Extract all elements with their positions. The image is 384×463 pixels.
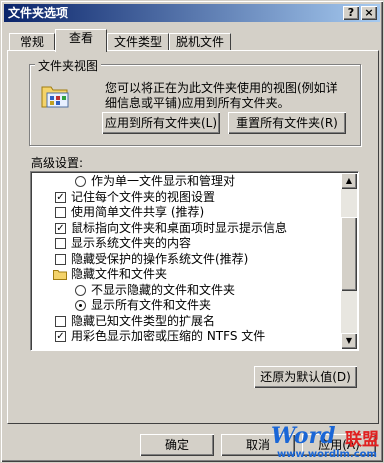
vertical-scrollbar[interactable]: ▲ ▼ [341, 173, 357, 349]
help-button[interactable]: ? [343, 6, 359, 20]
advanced-setting-row[interactable]: 作为单一文件显示和管理对 [33, 174, 341, 190]
checkbox-checked[interactable]: ✓ [55, 222, 66, 234]
checkbox-unchecked[interactable] [55, 253, 66, 265]
advanced-settings-label: 高级设置: [31, 156, 84, 170]
advanced-setting-label: 显示系统文件夹的内容 [71, 236, 192, 250]
ok-button[interactable]: 确定 [140, 434, 214, 456]
advanced-setting-label: 记住每个文件夹的视图设置 [71, 189, 216, 204]
advanced-setting-row[interactable]: ✓ 鼠标指向文件夹和桌面项时显示提示信息 [33, 221, 341, 237]
scroll-down-button[interactable]: ▼ [341, 333, 357, 349]
advanced-setting-label: 显示所有文件和文件夹 [91, 298, 212, 312]
advanced-setting-row[interactable]: 使用简单文件共享 (推荐) [33, 205, 341, 221]
checkbox-unchecked[interactable] [55, 207, 66, 218]
tab-view[interactable]: 查看 [55, 29, 107, 52]
window-title: 文件夹选项 [8, 6, 69, 20]
apply-to-all-folders-button[interactable]: 应用到所有文件夹(L) [102, 112, 220, 134]
folder-views-legend: 文件夹视图 [35, 57, 102, 74]
folder-view-icon [41, 86, 69, 108]
scroll-up-button[interactable]: ▲ [341, 173, 357, 189]
advanced-setting-label: 使用简单文件共享 (推荐) [71, 205, 205, 219]
advanced-settings-rows: 作为单一文件显示和管理对 ✓ 记住每个文件夹的视图设置 使用简单文件共享 (推荐) ✓ 鼠… [33, 174, 341, 345]
reset-all-folders-button[interactable]: 重置所有文件夹(R) [228, 112, 346, 134]
advanced-setting-label: 鼠标指向文件夹和桌面项时显示提示信息 [71, 220, 288, 235]
checkbox-checked[interactable]: ✓ [55, 191, 66, 203]
watermark-logo: Word 联盟 www.wordlm.com [271, 423, 383, 463]
checkbox-unchecked[interactable] [55, 315, 66, 327]
checkbox-checked[interactable]: ✓ [55, 331, 66, 342]
advanced-setting-label: 不显示隐藏的文件和文件夹 [91, 282, 236, 297]
tab-file-types[interactable]: 文件类型 [107, 33, 169, 51]
advanced-setting-label: 隐藏已知文件类型的扩展名 [71, 313, 216, 328]
radio-selected[interactable] [75, 300, 86, 311]
radio-unselected[interactable] [75, 176, 86, 187]
advanced-setting-label: 隐藏文件和文件夹 [71, 267, 168, 281]
advanced-setting-row[interactable]: 不显示隐藏的文件和文件夹 [33, 283, 341, 299]
radio-dot [79, 304, 82, 307]
radio-unselected[interactable] [75, 284, 86, 296]
advanced-setting-row[interactable]: ✓ 记住每个文件夹的视图设置 [33, 190, 341, 206]
folder-icon [53, 270, 67, 280]
close-button[interactable]: × [361, 6, 377, 20]
advanced-setting-row[interactable]: ✓ 用彩色显示加密或压缩的 NTFS 文件 [33, 329, 341, 345]
tab-general[interactable]: 常规 [9, 33, 55, 51]
tab-strip: 常规 查看 文件类型 脱机文件 [7, 29, 379, 52]
watermark-brand: Word [271, 423, 336, 449]
scroll-thumb[interactable] [341, 217, 357, 291]
advanced-setting-row[interactable]: 隐藏已知文件类型的扩展名 [33, 314, 341, 330]
advanced-setting-row[interactable]: 隐藏受保护的操作系统文件(推荐) [33, 252, 341, 268]
advanced-setting-row[interactable]: 显示系统文件夹的内容 [33, 236, 341, 252]
advanced-setting-row[interactable]: 隐藏文件和文件夹 [33, 267, 341, 283]
watermark-brand-cn: 联盟 [345, 430, 379, 450]
advanced-settings-list[interactable]: 作为单一文件显示和管理对 ✓ 记住每个文件夹的视图设置 使用简单文件共享 (推荐) ✓ 鼠… [30, 171, 359, 351]
checkbox-unchecked[interactable] [55, 238, 66, 249]
folder-views-description: 您可以将正在为此文件夹使用的视图(例如详细信息或平铺)应用到所有文件夹。 [105, 81, 338, 110]
advanced-setting-label: 用彩色显示加密或压缩的 NTFS 文件 [71, 329, 266, 343]
title-bar[interactable]: 文件夹选项 ? × [4, 4, 380, 22]
tab-offline-files[interactable]: 脱机文件 [169, 33, 231, 51]
advanced-setting-row[interactable]: 显示所有文件和文件夹 [33, 298, 341, 314]
watermark-url: www.wordlm.com [277, 449, 377, 460]
folder-options-dialog: 文件夹选项 ? × 常规 查看 文件类型 脱机文件 文件夹视图 您可以将正在为此… [0, 0, 384, 463]
advanced-setting-label: 隐藏受保护的操作系统文件(推荐) [71, 251, 249, 266]
advanced-setting-label: 作为单一文件显示和管理对 [91, 174, 236, 188]
restore-defaults-button[interactable]: 还原为默认值(D) [254, 366, 357, 388]
